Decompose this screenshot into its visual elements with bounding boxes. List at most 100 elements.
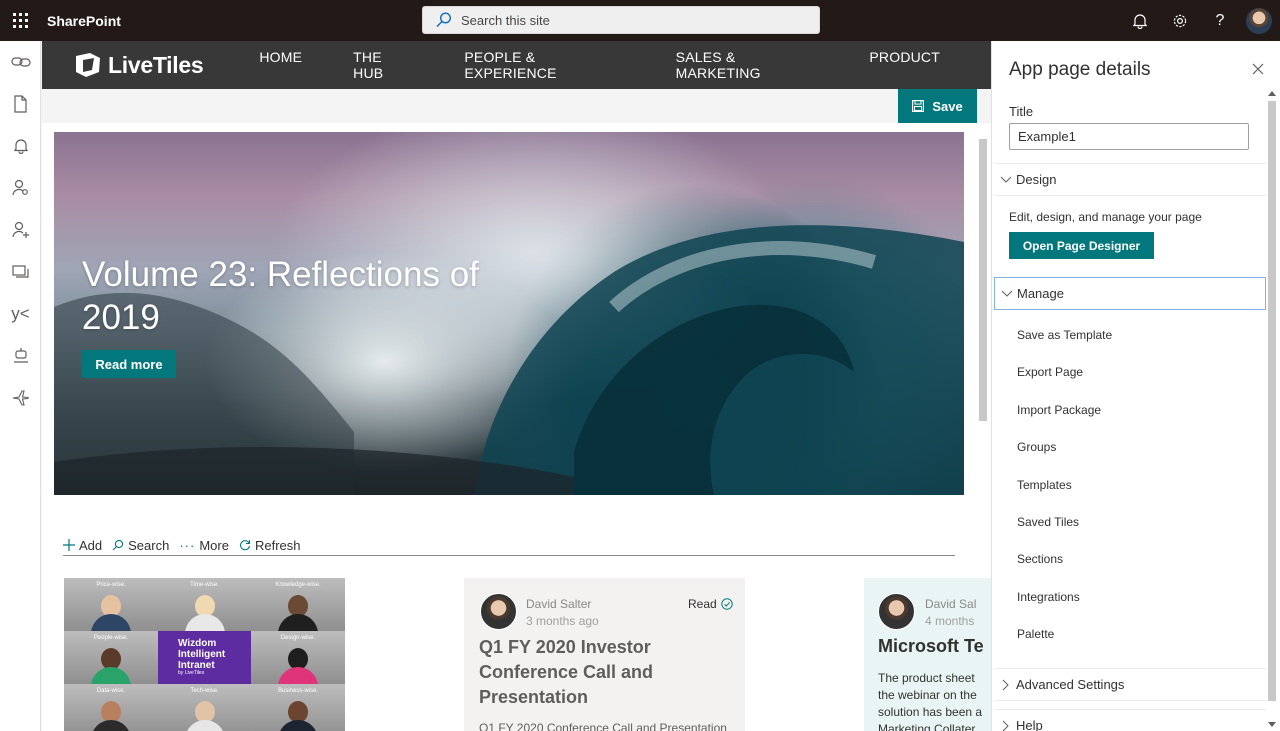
tile-tech-wise: Tech-wise. (158, 684, 251, 731)
chevron-down-icon (997, 290, 1017, 298)
tile-wizdom-intranet: Wizdom Intelligent Intranet by LiveTiles (158, 631, 251, 684)
site-search-box[interactable]: Search this site (422, 6, 820, 34)
help-question-icon[interactable]: ? (1200, 0, 1240, 41)
design-description: Edit, design, and manage your page (1009, 210, 1202, 224)
document-add-icon[interactable] (0, 83, 41, 125)
news-date: 3 months ago (526, 614, 599, 628)
app-name[interactable]: SharePoint (47, 13, 121, 29)
news-title[interactable]: Microsoft Te (878, 636, 984, 657)
manage-groups[interactable]: Groups (1017, 440, 1056, 454)
title-field-label: Title (1009, 104, 1034, 119)
app-launcher-icon[interactable] (0, 0, 41, 41)
tile-label: Time-wise. (190, 582, 219, 588)
save-disk-icon (912, 100, 925, 112)
read-more-button[interactable]: Read more (82, 350, 176, 378)
refresh-icon (239, 539, 251, 551)
person-add-icon[interactable] (0, 209, 41, 251)
manage-sections[interactable]: Sections (1017, 552, 1063, 566)
notifications-bell-icon[interactable] (1120, 0, 1160, 41)
save-button-label: Save (932, 98, 963, 114)
chevron-down-icon (996, 176, 1016, 184)
close-icon[interactable] (1250, 61, 1266, 77)
livetiles-logo-icon (76, 53, 100, 77)
search-button[interactable]: Search (112, 538, 169, 553)
manage-save-as-template[interactable]: Save as Template (1017, 328, 1112, 342)
add-button[interactable]: Add (63, 538, 102, 553)
search-placeholder: Search this site (461, 12, 550, 28)
read-status: Read (688, 597, 733, 611)
nav-people-experience[interactable]: PEOPLE & EXPERIENCE (464, 49, 624, 81)
open-page-designer-button[interactable]: Open Page Designer (1009, 232, 1154, 259)
nav-sales-marketing[interactable]: SALES & MARKETING (676, 49, 819, 81)
news-author: David Sal (925, 597, 977, 611)
news-description: Q1 FY 2020 Conference Call and Presentat… (479, 721, 727, 731)
news-description-line: The product sheet (878, 671, 975, 685)
tile-time-wise: Time-wise. (158, 578, 251, 631)
news-description-line: Marketing Collater (878, 722, 976, 731)
manage-palette[interactable]: Palette (1017, 627, 1054, 641)
user-avatar[interactable] (1246, 7, 1272, 34)
save-button[interactable]: Save (898, 89, 977, 123)
tile-knowledge-wise: Knowledge-wise. (251, 578, 345, 631)
news-title[interactable]: Q1 FY 2020 Investor Conference Call and … (479, 635, 729, 710)
manage-import-package[interactable]: Import Package (1017, 403, 1101, 417)
suite-bar: SharePoint Search this site ? (0, 0, 1280, 41)
manage-templates[interactable]: Templates (1017, 478, 1072, 492)
tile-label: Business-wise. (277, 688, 318, 694)
airplane-icon[interactable] (0, 377, 41, 419)
refresh-button[interactable]: Refresh (239, 538, 301, 553)
news-card[interactable]: David Salter 3 months ago Read Q1 FY 202… (464, 578, 745, 731)
help-section-label: Help (1016, 718, 1043, 731)
livetiles-logo[interactable]: LiveTiles (74, 52, 204, 79)
hero-banner[interactable]: Volume 23: Reflections of 2019 Read more (54, 132, 964, 495)
manage-section-label: Manage (1017, 286, 1064, 301)
settings-gear-icon[interactable] (1160, 0, 1200, 41)
left-app-rail: y< (0, 41, 41, 731)
nav-product[interactable]: PRODUCT (869, 49, 940, 81)
scroll-up-arrow-icon[interactable] (1268, 91, 1276, 96)
command-strip (42, 89, 991, 123)
yammer-icon[interactable]: y< (0, 293, 41, 335)
app-page-details-panel: App page details Title Example1 Design E… (991, 41, 1280, 731)
person-search-icon[interactable] (0, 167, 41, 209)
site-navigation: HOME THE HUB PEOPLE & EXPERIENCE SALES &… (259, 49, 991, 81)
nav-home[interactable]: HOME (259, 49, 302, 81)
manage-section-header[interactable]: Manage (994, 277, 1266, 310)
advanced-settings-section-header[interactable]: Advanced Settings (994, 668, 1266, 701)
design-section-header[interactable]: Design (994, 163, 1266, 196)
site-header: LiveTiles HOME THE HUB PEOPLE & EXPERIEN… (42, 41, 991, 89)
news-description: The product sheet the webinar on the sol… (878, 670, 991, 731)
nav-the-hub[interactable]: THE HUB (353, 49, 413, 81)
pages-stack-icon[interactable] (0, 251, 41, 293)
people-tile-grid[interactable]: Price-wise. Time-wise. Knowledge-wise. P… (64, 578, 345, 731)
help-section-header[interactable]: Help (994, 709, 1266, 731)
news-description-line: the webinar on the (878, 688, 977, 702)
tile-label: Knowledge-wise. (275, 582, 321, 588)
read-status-label: Read (688, 597, 717, 611)
chevron-right-icon (996, 679, 1016, 691)
tile-label: People-wise. (93, 635, 129, 641)
tile-people-wise: People-wise. (64, 631, 158, 684)
tile-business-wise: Business-wise. (251, 684, 345, 731)
news-date: 4 months (925, 614, 975, 628)
scroll-down-arrow-icon[interactable] (1268, 722, 1276, 727)
panel-scrollbar[interactable] (1265, 89, 1279, 729)
add-label: Add (79, 537, 103, 553)
tile-data-wise: Data-wise. (64, 684, 158, 731)
page-canvas: Save Volume 23: Reflections of 2019 Read… (42, 89, 991, 731)
design-section-label: Design (1016, 172, 1057, 187)
news-card[interactable]: David Sal 4 months Microsoft Te The prod… (864, 578, 991, 731)
search-icon (436, 12, 452, 27)
more-ellipsis-icon: ··· (179, 537, 196, 553)
more-button[interactable]: ··· More (179, 538, 229, 553)
manage-integrations[interactable]: Integrations (1017, 590, 1080, 604)
bot-icon[interactable] (0, 335, 41, 377)
manage-saved-tiles[interactable]: Saved Tiles (1017, 515, 1079, 529)
link-icon[interactable] (0, 41, 41, 83)
tile-price-wise: Price-wise. (64, 578, 158, 631)
advanced-settings-label: Advanced Settings (1016, 677, 1125, 692)
manage-export-page[interactable]: Export Page (1017, 365, 1083, 379)
bell-icon[interactable] (0, 125, 41, 167)
title-field[interactable]: Example1 (1009, 123, 1249, 150)
tile-label: Design-wise. (280, 635, 316, 641)
